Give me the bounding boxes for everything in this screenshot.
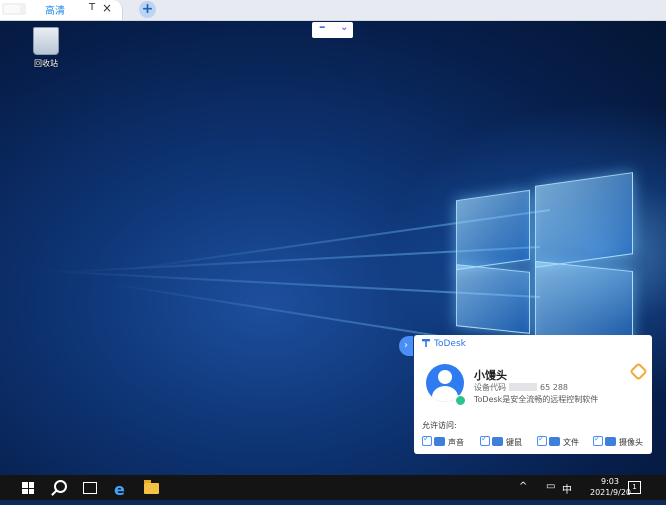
windows-logo-pane <box>456 264 530 334</box>
windows-logo-pane <box>535 172 633 268</box>
device-code-mask <box>509 383 537 391</box>
speaker-icon <box>434 437 445 446</box>
permission-label: 文件 <box>563 438 579 447</box>
online-status-icon <box>455 395 466 406</box>
task-view-icon[interactable] <box>83 482 97 494</box>
tab-label: 高清 <box>45 6 65 17</box>
file-icon <box>549 437 560 446</box>
tab-extra-text: T <box>89 2 96 13</box>
windows-start-icon[interactable] <box>22 482 34 494</box>
permission-keyboard-mouse[interactable]: 键鼠 <box>480 434 522 448</box>
permission-label: 摄像头 <box>619 438 643 447</box>
checkbox-icon[interactable] <box>480 434 490 446</box>
permission-label: 键鼠 <box>506 438 522 447</box>
file-explorer-icon[interactable] <box>144 480 159 494</box>
tab-close-icon[interactable]: × <box>102 1 112 15</box>
todesk-logo-icon <box>422 339 430 347</box>
device-code-row: 设备代码 65 288 <box>474 382 568 393</box>
device-code-value: 65 288 <box>540 383 568 392</box>
todesk-panel: ToDesk 小馒头 设备代码 65 288 ToDesk是安全流畅的远程控制软件… <box>414 335 652 454</box>
recycle-bin[interactable]: 回收站 <box>26 27 66 69</box>
browser-tabbar: 高清 T × + <box>0 0 666 21</box>
minimize-icon[interactable]: – <box>319 21 326 35</box>
remote-session-toolbar: – ⌄ <box>312 21 353 38</box>
todesk-brand-label: ToDesk <box>434 339 466 349</box>
user-name: 小馒头 <box>474 369 507 382</box>
tagline: ToDesk是安全流畅的远程控制软件 <box>474 395 599 404</box>
permission-sound[interactable]: 声音 <box>422 434 464 448</box>
chevron-down-icon[interactable]: ⌄ <box>340 22 348 33</box>
device-code-label: 设备代码 <box>474 383 506 392</box>
notification-icon[interactable]: 1 <box>628 481 641 494</box>
ime-indicator[interactable]: 中 <box>562 481 572 496</box>
permission-label: 声音 <box>448 438 464 447</box>
taskbar: e ^ ▭ 中 9:03 2021/9/20 1 <box>0 475 666 500</box>
recycle-bin-icon <box>33 27 59 55</box>
checkbox-icon[interactable] <box>537 434 547 446</box>
search-icon[interactable] <box>54 480 67 493</box>
checkbox-icon[interactable] <box>422 434 432 446</box>
camera-icon <box>605 437 616 446</box>
network-icon[interactable]: ▭ <box>546 481 555 492</box>
checkbox-icon[interactable] <box>593 434 603 446</box>
browser-tab[interactable]: 高清 T × <box>0 0 123 20</box>
recycle-bin-label: 回收站 <box>34 59 58 68</box>
windows-logo-pane <box>456 189 530 271</box>
clock-date: 2021/9/20 <box>590 488 632 497</box>
tab-thumbnail-icon <box>2 3 26 15</box>
todesk-collapse-button[interactable]: › <box>399 336 413 356</box>
tray-chevron-up-icon[interactable]: ^ <box>519 481 527 492</box>
system-clock[interactable]: 9:03 2021/9/20 <box>590 476 632 498</box>
internet-explorer-icon[interactable]: e <box>114 480 125 505</box>
permissions-title: 允许访问: <box>422 421 457 430</box>
todesk-brand: ToDesk <box>422 339 466 349</box>
clock-time: 9:03 <box>601 477 619 486</box>
link-icon[interactable] <box>629 362 648 381</box>
permissions-row: 声音 键鼠 文件 摄像头 <box>422 434 648 448</box>
new-tab-button[interactable]: + <box>139 1 156 18</box>
permission-camera[interactable]: 摄像头 <box>593 434 643 448</box>
permission-file[interactable]: 文件 <box>537 434 579 448</box>
keyboard-icon <box>492 437 503 446</box>
